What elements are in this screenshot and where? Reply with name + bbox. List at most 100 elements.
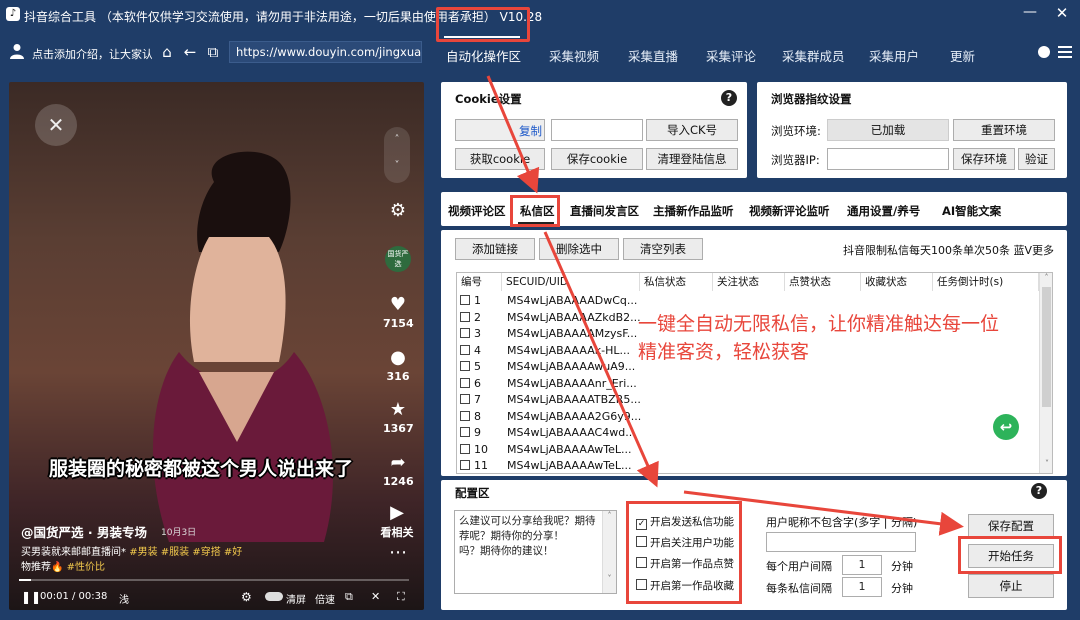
back-icon[interactable]: ← bbox=[181, 43, 199, 61]
tab-collect-users[interactable]: 采集用户 bbox=[869, 46, 919, 65]
verify-button[interactable]: 验证 bbox=[1018, 148, 1055, 170]
row-checkbox[interactable] bbox=[460, 426, 473, 439]
mute-icon[interactable]: ✕ bbox=[371, 590, 380, 603]
copy-icon[interactable]: ⧉ bbox=[204, 43, 222, 61]
favorite-button[interactable]: ★ 1367 bbox=[383, 399, 414, 435]
import-ck-button[interactable]: 导入CK号 bbox=[646, 119, 738, 141]
row-checkbox[interactable] bbox=[460, 327, 473, 340]
close-button[interactable]: ✕ bbox=[1052, 4, 1072, 24]
table-row[interactable]: 10 MS4wLjABAAAAwTeL... bbox=[457, 442, 1039, 459]
like-button[interactable]: ♥ 7154 bbox=[383, 294, 414, 330]
share-button[interactable]: ➦ 1246 bbox=[383, 452, 414, 488]
tag[interactable]: #服装 bbox=[161, 547, 189, 558]
rate-label[interactable]: 倍速 bbox=[315, 591, 335, 606]
settings-icon[interactable] bbox=[1038, 46, 1050, 58]
prev-next-icon[interactable]: ˄ ˅ bbox=[384, 127, 410, 183]
row-checkbox[interactable] bbox=[460, 393, 473, 406]
user-interval-input[interactable]: 1 bbox=[842, 555, 882, 575]
table-row[interactable]: 11 MS4wLjABAAAAwTeL... bbox=[457, 458, 1039, 473]
row-checkbox[interactable] bbox=[460, 377, 473, 390]
fullscreen-icon[interactable]: ⛶ bbox=[397, 590, 405, 604]
speed-label[interactable]: 浅 bbox=[119, 591, 129, 606]
more-icon[interactable]: ⋯ bbox=[383, 542, 413, 564]
table-row[interactable]: 7 MS4wLjABAAAATBZR5... bbox=[457, 392, 1039, 409]
tab-live-chat[interactable]: 直播间发言区 bbox=[570, 203, 639, 219]
help-icon[interactable]: ? bbox=[1031, 483, 1047, 499]
tab-collect-video[interactable]: 采集视频 bbox=[549, 46, 599, 65]
save-config-button[interactable]: 保存配置 bbox=[968, 514, 1054, 538]
tab-collect-group[interactable]: 采集群成员 bbox=[782, 46, 845, 65]
tab-collect-comments[interactable]: 采集评论 bbox=[706, 46, 756, 65]
nickname-filter-input[interactable] bbox=[766, 532, 916, 552]
home-icon[interactable]: ⌂ bbox=[158, 43, 176, 61]
save-cookie-button[interactable]: 保存cookie bbox=[551, 148, 643, 170]
save-env-button[interactable]: 保存环境 bbox=[953, 148, 1015, 170]
tab-new-comments-monitor[interactable]: 视频新评论监听 bbox=[749, 203, 830, 219]
pause-icon[interactable]: ❚❚ bbox=[21, 590, 41, 604]
uid-table[interactable]: 编号 SECUID/UID 私信状态 关注状态 点赞状态 收藏状态 任务倒计时(… bbox=[456, 272, 1053, 474]
table-row[interactable]: 8 MS4wLjABAAAA2G6y9... bbox=[457, 409, 1039, 426]
clear-login-button[interactable]: 清理登陆信息 bbox=[646, 148, 738, 170]
video-player[interactable]: ✕ ˄ ˅ ⚙ 国货严选 ♥ 7154 ● 316 ★ 1367 ➦ 1246 ▶ 看相关 … bbox=[9, 82, 424, 610]
env-status: 已加载 bbox=[827, 119, 949, 141]
ck-input[interactable] bbox=[551, 119, 643, 141]
column-header[interactable]: 任务倒计时(s) bbox=[933, 273, 1039, 291]
table-row[interactable]: 9 MS4wLjABAAAAC4wd... bbox=[457, 425, 1039, 442]
column-header[interactable]: SECUID/UID bbox=[502, 273, 640, 291]
tag[interactable]: #穿搭 bbox=[192, 547, 220, 558]
tab-new-works-monitor[interactable]: 主播新作品监听 bbox=[653, 203, 734, 219]
browser-ip-input[interactable] bbox=[827, 148, 949, 170]
dm-interval-input[interactable]: 1 bbox=[842, 577, 882, 597]
tab-collect-live[interactable]: 采集直播 bbox=[628, 46, 678, 65]
copy-link[interactable]: 复制 bbox=[519, 123, 542, 139]
delete-selected-button[interactable]: 删除选中 bbox=[539, 238, 619, 260]
get-cookie-button[interactable]: 获取cookie bbox=[455, 148, 545, 170]
pip-icon[interactable]: ⧉ bbox=[345, 590, 353, 604]
row-checkbox[interactable] bbox=[460, 311, 473, 324]
clear-list-button[interactable]: 清空列表 bbox=[623, 238, 703, 260]
row-checkbox[interactable] bbox=[460, 443, 473, 456]
gear-icon[interactable]: ⚙ bbox=[241, 590, 252, 604]
table-row[interactable]: 6 MS4wLjABAAAAnr_Eri... bbox=[457, 376, 1039, 393]
table-scrollbar[interactable]: ˄ ˅ bbox=[1039, 273, 1052, 473]
help-icon[interactable]: ? bbox=[721, 90, 737, 106]
row-checkbox[interactable] bbox=[460, 459, 473, 472]
back-arrow-icon[interactable]: ↩ bbox=[993, 414, 1019, 440]
user-icon[interactable] bbox=[10, 43, 24, 59]
intro-link[interactable]: 点击添加介绍，让大家认 bbox=[32, 46, 152, 62]
related-button[interactable]: ▶ 看相关 bbox=[377, 502, 417, 540]
tag[interactable]: #好 bbox=[224, 547, 242, 558]
comment-button[interactable]: ● 316 bbox=[383, 347, 413, 383]
video-author[interactable]: @国货严选 · 男装专场 bbox=[21, 522, 147, 541]
tab-ai-copywriting[interactable]: AI智能文案 bbox=[942, 203, 1001, 219]
column-header[interactable]: 关注状态 bbox=[713, 273, 785, 291]
stop-button[interactable]: 停止 bbox=[968, 574, 1054, 598]
tab-automation[interactable]: 自动化操作区 bbox=[446, 46, 521, 65]
column-header[interactable]: 私信状态 bbox=[640, 273, 713, 291]
feedback-icon[interactable]: ⚙ bbox=[383, 200, 413, 222]
column-header[interactable]: 编号 bbox=[457, 273, 502, 291]
row-checkbox[interactable] bbox=[460, 360, 473, 373]
row-checkbox[interactable] bbox=[460, 410, 473, 423]
clear-toggle[interactable] bbox=[265, 592, 283, 601]
url-input[interactable]: https://www.douyin.com/jingxuan bbox=[229, 41, 422, 63]
tab-video-comments[interactable]: 视频评论区 bbox=[448, 203, 506, 219]
tag[interactable]: #男装 bbox=[129, 547, 157, 558]
tag[interactable]: #性价比 bbox=[67, 562, 105, 573]
progress-bar[interactable] bbox=[19, 579, 409, 581]
message-templates-textarea[interactable]: 么建议可以分享给我呢？期待 荐呢？期待你的分享！ 吗？期待你的建议！ bbox=[454, 510, 617, 594]
close-icon[interactable]: ✕ bbox=[35, 104, 77, 146]
tab-general-settings[interactable]: 通用设置/养号 bbox=[847, 203, 920, 219]
add-link-button[interactable]: 添加链接 bbox=[455, 238, 535, 260]
column-header[interactable]: 点赞状态 bbox=[785, 273, 861, 291]
reset-env-button[interactable]: 重置环境 bbox=[953, 119, 1055, 141]
row-checkbox[interactable] bbox=[460, 344, 473, 357]
textarea-scrollbar[interactable]: ˄ ˅ bbox=[602, 511, 616, 593]
table-row[interactable]: 1 MS4wLjABAAAADwCq... bbox=[457, 293, 1039, 310]
avatar[interactable]: 国货严选 bbox=[383, 246, 413, 272]
minimize-button[interactable]: — bbox=[1020, 4, 1040, 24]
row-checkbox[interactable] bbox=[460, 294, 473, 307]
menu-icon[interactable] bbox=[1058, 46, 1072, 58]
column-header[interactable]: 收藏状态 bbox=[861, 273, 933, 291]
tab-update[interactable]: 更新 bbox=[950, 46, 975, 65]
